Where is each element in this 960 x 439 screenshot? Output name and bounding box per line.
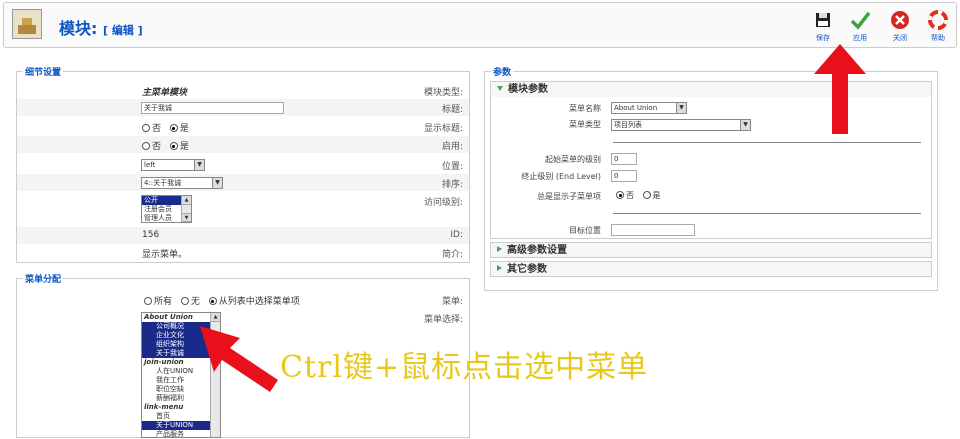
enabled-label: 启用:	[441, 142, 463, 152]
module-icon	[12, 9, 42, 39]
access-listbox[interactable]: 公开 注册会员 管理人员 ▲ ▼	[141, 195, 192, 223]
close-button[interactable]: 关闭	[884, 10, 916, 43]
show-sub-label: 总是显示子菜单项	[537, 192, 601, 201]
collapse-arrow-icon	[497, 265, 502, 271]
menu-style-label: 菜单类型	[569, 120, 601, 129]
page-subtitle: [ 编辑 ]	[102, 24, 143, 37]
menus-select-radio[interactable]: 从列表中选择菜单项	[208, 297, 300, 307]
details-legend: 细节设置	[23, 65, 64, 78]
menu-style-select[interactable]: 项目列表 ▼	[611, 119, 751, 131]
start-level-input[interactable]: 0	[611, 153, 637, 165]
order-row: 排序: 4::关于我诚 ▼	[17, 174, 469, 191]
desc-label: 简介:	[441, 250, 463, 260]
menu-select-label: 菜单选择:	[423, 315, 463, 325]
page-title: 模块: [ 编辑 ]	[59, 19, 143, 38]
save-icon	[816, 13, 830, 27]
help-icon	[928, 10, 948, 30]
menus-label: 菜单:	[441, 297, 463, 307]
details-fieldset: 细节设置 模块类型: 主菜单模块 标题: 关于我诚 显示标题: 否 是 启用: …	[16, 65, 470, 263]
close-icon	[891, 11, 909, 29]
show-title-yes-radio[interactable]: 是	[169, 124, 189, 134]
show-sub-yes-radio[interactable]: 是	[642, 191, 661, 200]
order-select[interactable]: 4::关于我诚 ▼	[141, 177, 223, 189]
menu-name-label: 菜单名称	[569, 104, 601, 113]
access-label: 访问级别:	[423, 198, 463, 208]
start-level-label: 起始菜单的级别	[545, 155, 601, 164]
menu-group-header[interactable]: link-menu	[142, 403, 220, 412]
list-item[interactable]: 关于UNION	[142, 421, 220, 430]
end-level-input[interactable]: 0	[611, 170, 637, 182]
position-select[interactable]: left ▼	[141, 159, 205, 171]
order-label: 排序:	[441, 180, 463, 190]
menus-all-radio[interactable]: 所有	[144, 297, 172, 307]
annotation-text: Ctrl键+鼠标点击选中菜单	[280, 350, 649, 385]
title-label: 标题:	[441, 105, 463, 115]
target-input[interactable]	[611, 224, 695, 236]
module-type-row: 模块类型: 主菜单模块	[17, 82, 469, 99]
collapse-arrow-icon	[497, 246, 502, 252]
access-row: 访问级别: 公开 注册会员 管理人员 ▲ ▼	[17, 192, 469, 224]
list-item[interactable]: 首页	[142, 412, 220, 421]
menus-row: 菜单: 所有 无 从列表中选择菜单项	[17, 291, 469, 308]
save-button[interactable]: 保存	[807, 10, 839, 43]
toolbar: 模块: [ 编辑 ] 保存 应用 关闭 帮助	[3, 2, 957, 48]
target-label: 目标位置	[569, 226, 601, 235]
params-legend: 参数	[491, 65, 514, 78]
menu-assign-legend: 菜单分配	[23, 272, 64, 285]
position-label: 位置:	[441, 162, 463, 172]
apply-button[interactable]: 应用	[844, 10, 876, 43]
menu-name-select[interactable]: About Union ▼	[611, 102, 687, 114]
list-item[interactable]: 薪酬福利	[142, 394, 220, 403]
show-sub-no-radio[interactable]: 否	[616, 191, 634, 200]
apply-check-icon	[850, 11, 870, 30]
desc-value: 显示菜单。	[142, 250, 188, 260]
show-title-row: 显示标题: 否 是	[17, 118, 469, 135]
show-title-label: 显示标题:	[423, 124, 463, 134]
divider	[613, 142, 921, 143]
title-input[interactable]: 关于我诚	[141, 102, 284, 114]
show-title-no-radio[interactable]: 否	[142, 124, 161, 134]
annotation-arrow-up	[814, 44, 866, 134]
module-type-value: 主菜单模块	[142, 88, 188, 98]
annotation-arrow-left	[200, 326, 278, 392]
other-params-toggle[interactable]: 其它参数	[490, 261, 932, 277]
expand-arrow-icon	[497, 86, 503, 91]
list-item[interactable]: 产品服务	[142, 430, 220, 437]
enabled-yes-radio[interactable]: 是	[169, 142, 189, 152]
divider	[613, 213, 921, 214]
scrollbar[interactable]: ▲ ▼	[181, 196, 191, 222]
position-row: 位置: left ▼	[17, 156, 469, 173]
title-row: 标题: 关于我诚	[17, 99, 469, 116]
chevron-down-icon: ▼	[676, 103, 686, 113]
chevron-down-icon: ▼	[740, 120, 750, 130]
advanced-params-toggle[interactable]: 高级参数设置	[490, 242, 932, 258]
desc-row: 简介: 显示菜单。	[17, 244, 469, 261]
id-label: ID:	[450, 230, 463, 240]
enabled-row: 启用: 否 是	[17, 136, 469, 153]
chevron-down-icon: ▼	[194, 160, 204, 170]
chevron-down-icon: ▼	[212, 178, 222, 188]
module-type-label: 模块类型:	[423, 88, 463, 98]
id-value: 156	[142, 230, 160, 240]
help-button[interactable]: 帮助	[922, 10, 954, 43]
end-level-label: 终止级别 (End Level)	[521, 172, 601, 181]
enabled-no-radio[interactable]: 否	[142, 142, 161, 152]
id-row: ID: 156	[17, 227, 469, 244]
menus-none-radio[interactable]: 无	[180, 297, 200, 307]
